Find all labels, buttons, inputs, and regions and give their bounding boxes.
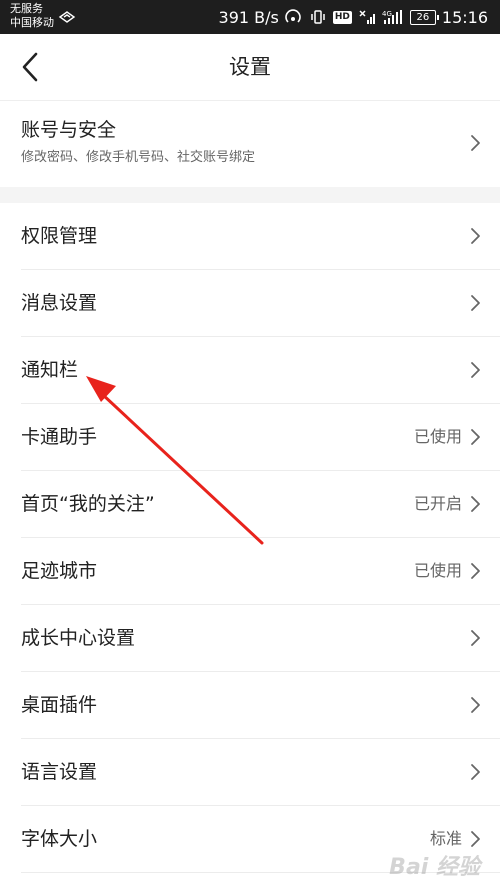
settings-item-label: 消息设置 (21, 292, 98, 314)
chevron-right-icon (471, 496, 480, 512)
chevron-right-icon (471, 764, 480, 780)
status-bar: 无服务 中国移动 391 B/s HD 4G 26 15:16 (0, 0, 500, 34)
settings-item-notification-bar[interactable]: 通知栏 (21, 337, 500, 404)
status-icons: 391 B/s HD 4G 26 15:16 (219, 0, 488, 34)
settings-item-value: 已使用 (413, 561, 462, 580)
settings-item-label: 语言设置 (21, 761, 98, 783)
page-title: 设置 (229, 55, 271, 79)
settings-item-label: 卡通助手 (21, 426, 98, 448)
account-security-item[interactable]: 账号与安全 修改密码、修改手机号码、社交账号绑定 (0, 101, 500, 187)
settings-item-homepage-follow[interactable]: 首页“我的关注” 已开启 (21, 471, 500, 538)
signal-4g-icon: 4G (382, 10, 402, 24)
settings-item-messages[interactable]: 消息设置 (21, 270, 500, 337)
settings-item-label: 首页“我的关注” (21, 493, 155, 515)
chevron-right-icon (471, 429, 480, 445)
settings-item-label: 通知栏 (21, 359, 79, 381)
network-speed: 391 B/s (218, 7, 279, 27)
chevron-right-icon (471, 135, 480, 151)
settings-item-footprint-cities[interactable]: 足迹城市 已使用 (21, 538, 500, 605)
chevron-right-icon (471, 563, 480, 579)
chevron-right-icon (471, 228, 480, 244)
chevron-right-icon (471, 697, 480, 713)
chevron-right-icon (471, 630, 480, 646)
settings-item-label: 桌面插件 (21, 694, 98, 716)
settings-item-label: 权限管理 (21, 225, 98, 247)
settings-item-growth-center[interactable]: 成长中心设置 (21, 605, 500, 672)
battery-icon: 26 (409, 9, 439, 25)
settings-item-language[interactable]: 语言设置 (21, 739, 500, 806)
settings-item-permissions[interactable]: 权限管理 (21, 203, 500, 270)
settings-item-font-size[interactable]: 字体大小 标准 (21, 806, 500, 873)
vibrate-icon (311, 10, 325, 24)
settings-item-label: 足迹城市 (21, 560, 98, 582)
nfc-icon (58, 11, 76, 23)
settings-item-value: 已使用 (413, 427, 462, 446)
settings-item-value: 已开启 (413, 494, 462, 513)
signal-off-icon (359, 10, 375, 24)
clock: 15:16 (441, 7, 488, 27)
settings-item-label: 成长中心设置 (21, 627, 136, 649)
hd-badge: HD (332, 10, 352, 24)
settings-item-label: 字体大小 (21, 828, 98, 850)
chevron-right-icon (471, 295, 480, 311)
chevron-left-icon[interactable] (14, 49, 50, 85)
account-security-subtitle: 修改密码、修改手机号码、社交账号绑定 (21, 150, 256, 165)
chevron-right-icon (471, 362, 480, 378)
carrier-line1: 无服务 (10, 2, 43, 15)
hotspot-icon (285, 9, 301, 23)
header-bar: 设置 (0, 34, 500, 101)
settings-item-value: 标准 (429, 829, 462, 848)
carrier-line2: 中国移动 (10, 16, 54, 29)
carrier-info: 无服务 中国移动 (10, 2, 54, 30)
chevron-right-icon (471, 831, 480, 847)
svg-text:4G: 4G (382, 10, 392, 18)
account-security-title: 账号与安全 (21, 119, 117, 141)
settings-item-desktop-widget[interactable]: 桌面插件 (21, 672, 500, 739)
settings-list: 权限管理 消息设置 通知栏 卡通助手 已使用 首页“我的关注” 已开启 足迹城市… (0, 203, 500, 873)
section-divider (0, 187, 500, 203)
settings-item-cartoon-assistant[interactable]: 卡通助手 已使用 (21, 404, 500, 471)
